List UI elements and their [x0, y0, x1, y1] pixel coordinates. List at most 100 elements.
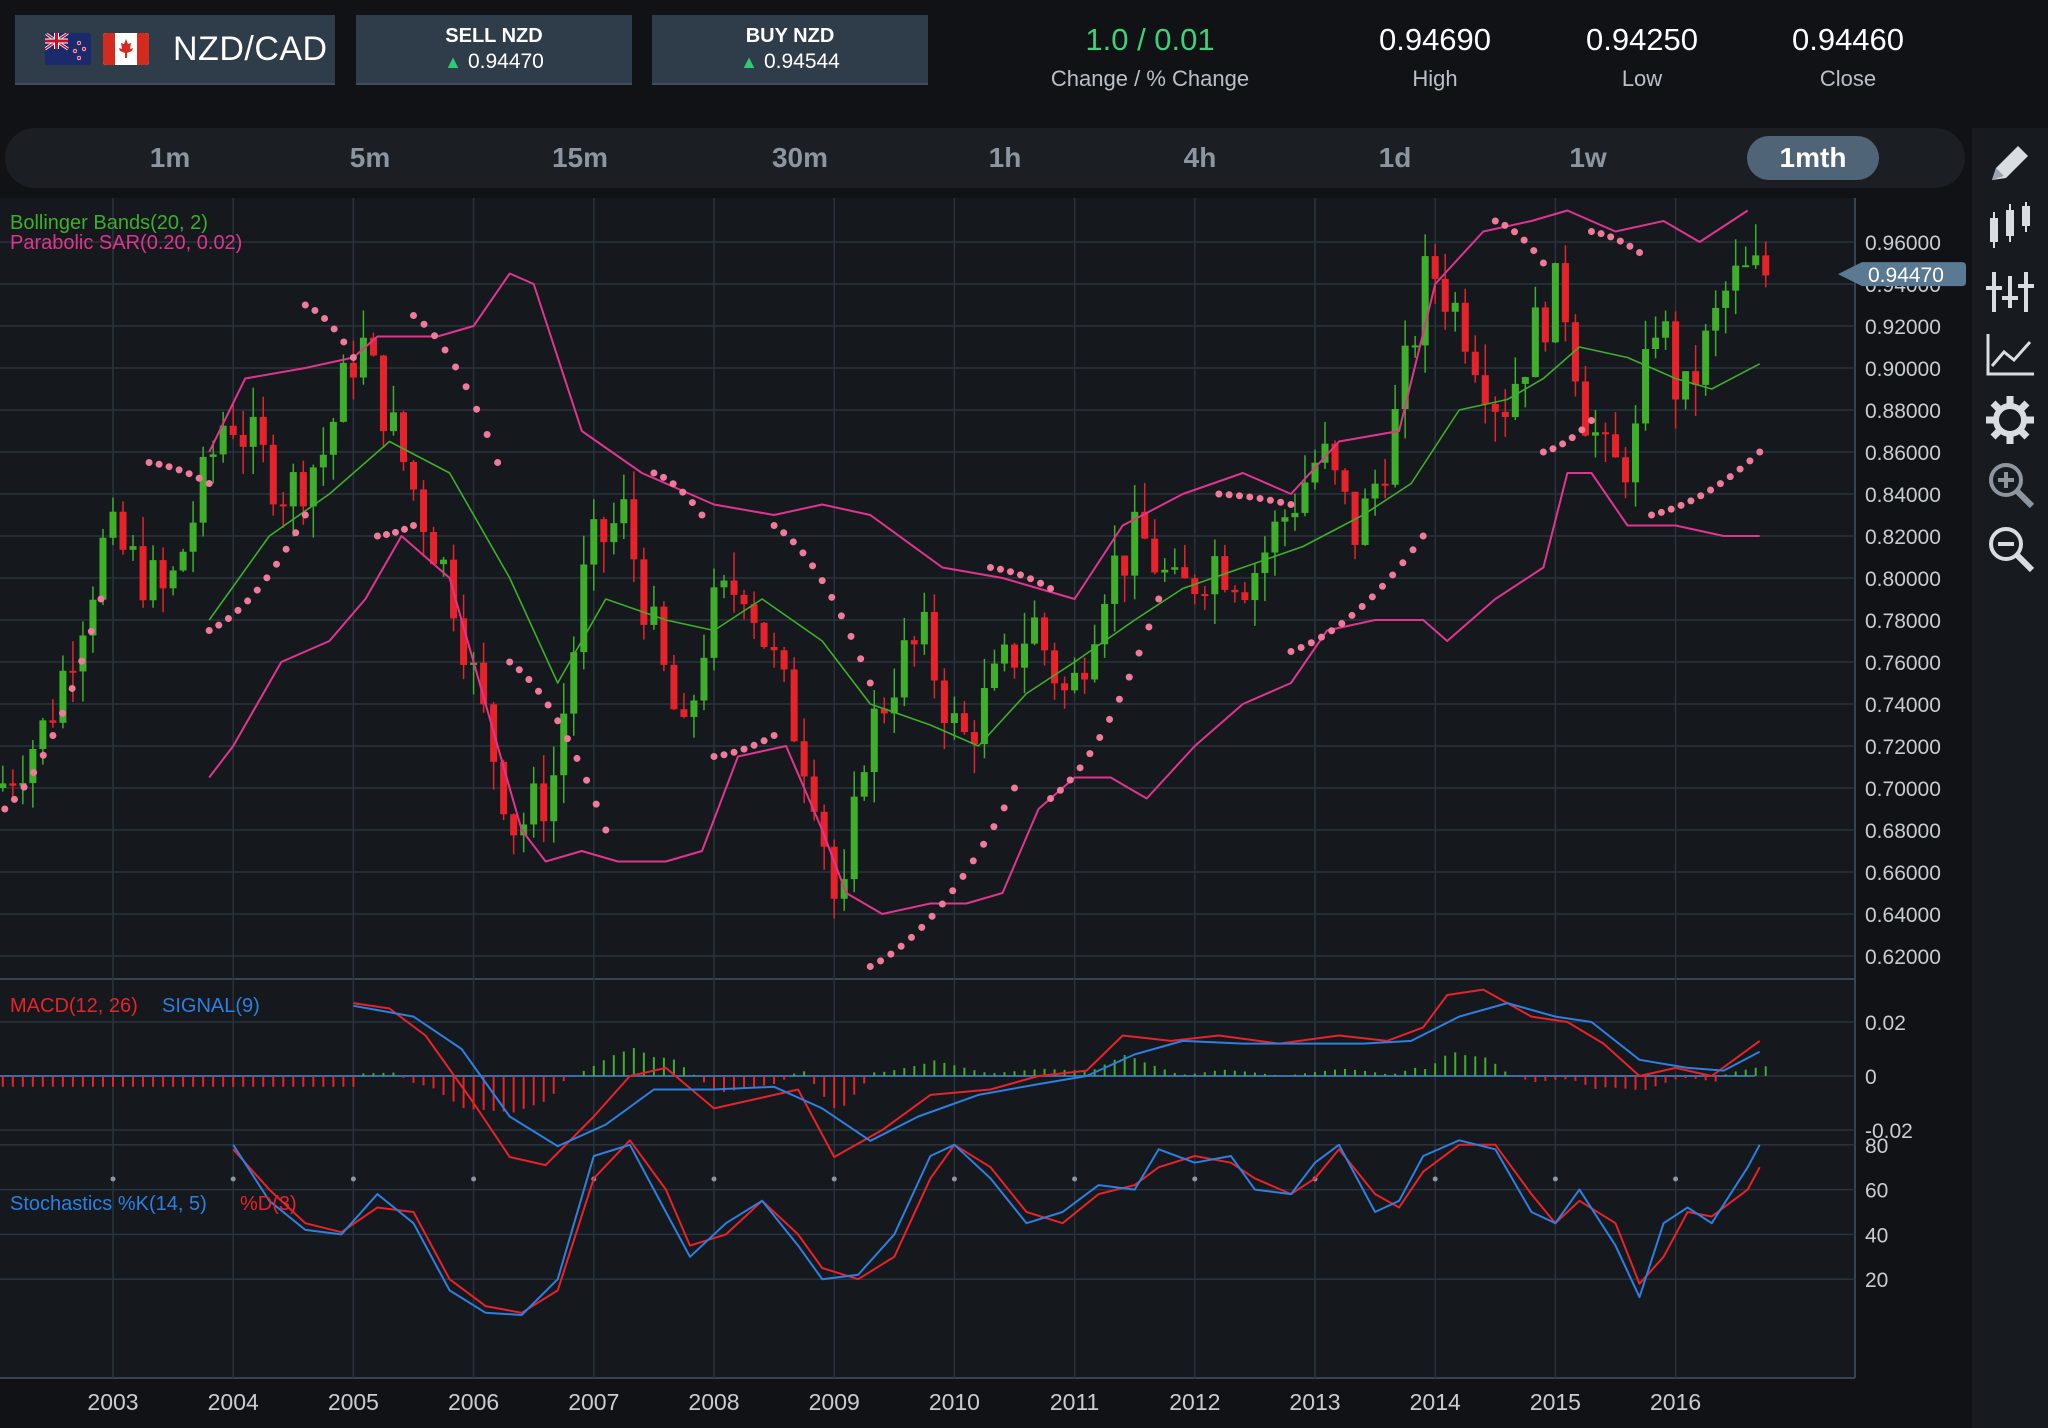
candle-body — [1481, 375, 1489, 404]
pair-selector[interactable]: NZD/CAD — [15, 15, 335, 85]
candle-body — [109, 511, 117, 538]
sar-dot — [720, 751, 728, 759]
candle-body — [1361, 498, 1369, 545]
sar-dot — [847, 632, 855, 640]
price-chart[interactable]: 2003 2004 2005 2006 2007 2008 2009 2010 2011 2012… — [0, 198, 1970, 1428]
sar-dot — [1587, 417, 1595, 424]
tab-1m[interactable]: 1m — [120, 128, 220, 188]
zoom-out-icon[interactable] — [1982, 520, 2038, 576]
macd-legend: MACD(12, 26) — [10, 995, 138, 1017]
new-zealand-flag-icon — [45, 33, 91, 65]
candle-body — [229, 425, 237, 435]
separator-dot — [110, 1176, 116, 1182]
sar-dot — [175, 466, 183, 474]
tab-15m[interactable]: 15m — [525, 128, 635, 188]
tab-4h[interactable]: 4h — [1150, 128, 1250, 188]
sell-label: SELL NZD — [445, 25, 543, 47]
separator-dot — [471, 1176, 477, 1182]
sar-dot — [373, 532, 381, 540]
sar-dot — [907, 933, 915, 941]
pencil-icon[interactable] — [1982, 138, 2038, 194]
candle-body — [660, 606, 668, 665]
zoom-in-icon[interactable] — [1982, 456, 2038, 512]
gear-icon[interactable] — [1982, 392, 2038, 448]
sar-dot — [1539, 259, 1547, 267]
sar-dot — [301, 301, 309, 309]
candle-body — [1111, 555, 1119, 604]
sar-dot — [650, 469, 658, 477]
candle-body — [730, 580, 738, 595]
candle-body — [1151, 538, 1159, 573]
indicator-icon[interactable] — [1982, 264, 2038, 320]
candle-body — [1642, 349, 1650, 424]
sar-dot — [949, 887, 957, 895]
sar-dot — [382, 531, 390, 539]
candle-body — [1341, 470, 1349, 492]
candle-body — [1471, 351, 1479, 376]
candle-body — [1461, 302, 1469, 352]
candle-body — [1031, 617, 1039, 644]
sar-dot — [1066, 776, 1074, 784]
candlestick-icon[interactable] — [1982, 200, 2038, 256]
sar-dot — [155, 460, 163, 468]
candle-body — [720, 580, 728, 588]
candle-body — [1632, 423, 1640, 483]
sar-dot — [857, 655, 865, 663]
tab-1d[interactable]: 1d — [1345, 128, 1445, 188]
x-tick-label: 2004 — [208, 1389, 259, 1415]
candle-body — [1531, 307, 1539, 378]
x-tick-label: 2013 — [1289, 1389, 1340, 1415]
sar-dot — [1215, 490, 1223, 498]
candle-body — [1021, 643, 1029, 668]
candle-body — [319, 454, 327, 468]
sar-dot — [1399, 559, 1407, 567]
sar-dot — [1266, 496, 1274, 504]
separator-dot — [230, 1176, 236, 1182]
candle-body — [1231, 589, 1239, 593]
sar-dot — [431, 332, 439, 340]
sar-dot — [760, 737, 768, 745]
sell-button[interactable]: SELL NZD ▲ 0.94470 — [356, 15, 632, 85]
tab-1w[interactable]: 1w — [1538, 128, 1638, 188]
sar-dot — [1287, 501, 1295, 508]
sar-dot — [97, 595, 105, 603]
separator-dot — [1673, 1176, 1679, 1182]
candle-body — [359, 337, 367, 378]
sar-dot — [789, 538, 797, 546]
candle-body — [1762, 255, 1770, 276]
candle-body — [1732, 265, 1740, 291]
sar-dot — [1389, 571, 1397, 579]
sar-dot — [1037, 579, 1045, 587]
tab-1h[interactable]: 1h — [955, 128, 1055, 188]
tab-1mth[interactable]: 1mth — [1747, 136, 1879, 180]
candle-body — [900, 640, 908, 698]
sar-dot — [897, 942, 905, 950]
sar-dot — [30, 768, 38, 776]
sar-dot — [1006, 568, 1014, 576]
candle-body — [1291, 512, 1299, 518]
tab-5m[interactable]: 5m — [320, 128, 420, 188]
candle-body — [1652, 337, 1660, 350]
x-tick-label: 2007 — [568, 1389, 619, 1415]
line-chart-icon[interactable] — [1982, 328, 2038, 384]
sar-dot — [1155, 595, 1163, 603]
sar-dot — [515, 666, 523, 674]
candle-body — [610, 523, 618, 543]
candle-body — [780, 650, 788, 670]
buy-button[interactable]: BUY NZD ▲ 0.94544 — [652, 15, 928, 85]
sar-dot — [1667, 505, 1675, 513]
sar-dot — [1756, 448, 1764, 456]
candle-body — [930, 611, 938, 681]
y-tick-label: 0.84000 — [1865, 484, 1941, 507]
stoch-tick-label: 20 — [1865, 1269, 1888, 1292]
candle-body — [389, 412, 397, 432]
tab-30m[interactable]: 30m — [745, 128, 855, 188]
high-value: 0.94690 — [1378, 22, 1492, 57]
sar-dot — [1419, 532, 1427, 540]
separator-dot — [951, 1176, 957, 1182]
sar-dot — [1726, 473, 1734, 481]
sar-dot — [205, 480, 213, 487]
sar-dot — [1256, 494, 1264, 502]
sar-dot — [780, 529, 788, 537]
sar-dot — [1597, 230, 1605, 238]
